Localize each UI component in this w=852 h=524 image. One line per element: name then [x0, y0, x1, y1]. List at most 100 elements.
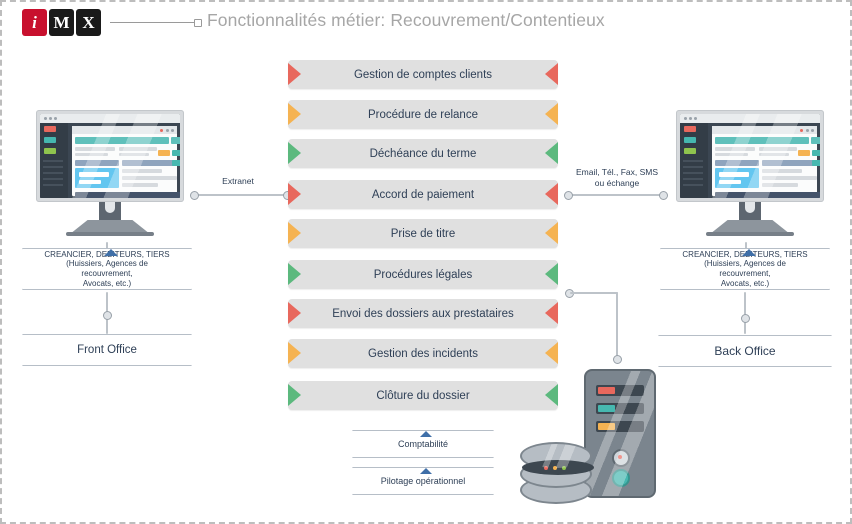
content-line [762, 176, 817, 180]
sidebar-chip [44, 148, 56, 154]
server-body [584, 369, 656, 498]
process-arrow-right-icon [545, 222, 558, 244]
process-bar-gestion-de-comptes-clients[interactable]: Gestion de comptes clients [288, 60, 558, 89]
sidebar-line [43, 172, 63, 174]
front-office-label: Front Office [77, 343, 137, 356]
content-band [75, 160, 119, 166]
process-bar-cloture-du-dossier[interactable]: Clôture du dossier [288, 381, 558, 410]
content-band [715, 137, 809, 144]
exchange-label: Email, Tél., Fax, SMS ou échange [562, 167, 672, 188]
comptabilite-label: Comptabilité [397, 438, 449, 449]
server-led-red [598, 387, 615, 394]
server-led-teal [598, 405, 615, 412]
exchange-line [568, 194, 664, 196]
process-arrow-left-icon [288, 103, 301, 125]
sidebar-chip [684, 126, 696, 132]
monitor-bezel [676, 110, 824, 202]
sidebar-line [683, 184, 703, 186]
server-slot [596, 421, 644, 432]
title-connector-dot [194, 19, 202, 27]
process-bar-label: Gestion des incidents [368, 347, 478, 360]
exchange-dot-right [659, 191, 668, 200]
content-line [715, 153, 748, 156]
server-slot [596, 385, 644, 396]
tag-chip [812, 160, 820, 166]
window-dot [684, 117, 687, 120]
sidebar-line [43, 184, 63, 186]
content-band [75, 137, 169, 144]
tag-chip [172, 150, 180, 156]
window-dot [694, 117, 697, 120]
sidebar-line [43, 178, 63, 180]
process-arrow-left-icon [288, 222, 301, 244]
database-band [522, 460, 594, 475]
process-bar-decheance-du-terme[interactable]: Déchéance du terme [288, 139, 558, 168]
server-led-orange [598, 423, 615, 430]
page-title: Fonctionnalités métier: Recouvrement/Con… [207, 10, 605, 30]
process-bar-envoi-des-dossiers-aux-prestataires[interactable]: Envoi des dossiers aux prestataires [288, 299, 558, 328]
process-arrow-left-icon [288, 63, 301, 85]
envoi-to-server-h-line [570, 292, 618, 294]
process-bar-procedures-legales[interactable]: Procédures légales [288, 260, 558, 289]
process-arrow-right-icon [545, 302, 558, 324]
server-status-button [612, 469, 630, 487]
process-arrow-right-icon [545, 63, 558, 85]
process-bar-gestion-des-incidents[interactable]: Gestion des incidents [288, 339, 558, 368]
left-actor-line2: (Huissiers, Agences de recouvrement, [66, 259, 148, 278]
content-band [715, 192, 820, 198]
slide-canvas: i M X Fonctionnalités métier: Recouvreme… [0, 0, 852, 524]
process-arrow-left-icon [288, 342, 301, 364]
server-power-button [612, 449, 630, 467]
monitor-bezel [36, 110, 184, 202]
content-line [122, 183, 158, 187]
server-slot [596, 403, 644, 414]
ribbon-arrow-up-icon [420, 431, 432, 437]
database-led-red [544, 466, 548, 470]
process-bar-prise-de-titre[interactable]: Prise de titre [288, 219, 558, 248]
monitor-screen [40, 114, 180, 198]
process-arrow-right-icon [545, 263, 558, 285]
front-office-monitor-icon [30, 106, 190, 238]
ribbon-arrow-up-icon [104, 249, 118, 256]
content-line [715, 147, 755, 151]
content-line [119, 153, 149, 156]
window-dot [806, 128, 809, 132]
tag-chip [158, 150, 170, 156]
content-band [811, 137, 820, 144]
sidebar-line [43, 166, 63, 168]
right-actor-ribbon: CREANCIER, DEBITEURS, TIERS (Huissiers, … [660, 248, 830, 290]
sidebar-line [683, 178, 703, 180]
card-line [719, 172, 749, 177]
comptabilite-ribbon[interactable]: Comptabilité [352, 430, 494, 458]
process-arrow-left-icon [288, 302, 301, 324]
database-layer-top [520, 442, 594, 475]
database-stack-icon [520, 442, 594, 504]
server-power-led [618, 455, 622, 459]
extranet-line [194, 194, 288, 196]
process-bar-label: Accord de paiement [371, 188, 475, 201]
ribbon-arrow-up-icon [420, 468, 432, 474]
content-line [119, 147, 157, 151]
process-bar-procedure-de-relance[interactable]: Procédure de relance [288, 100, 558, 129]
process-bar-label: Procédure de relance [368, 108, 478, 121]
imx-logo: i M X [22, 9, 101, 36]
monitor-base [706, 232, 794, 236]
left-actor-line3: Avocats, etc.) [82, 278, 132, 288]
window-dot [689, 117, 692, 120]
window-dot [49, 117, 52, 120]
content-line [762, 169, 802, 173]
window-dot [811, 128, 814, 132]
process-arrow-left-icon [288, 142, 301, 164]
window-dot [54, 117, 57, 120]
card-line [79, 172, 109, 177]
window-dot [160, 128, 163, 132]
database-led-orange [553, 466, 557, 470]
screen-sidebar [680, 123, 708, 198]
process-bar-label: Procédures légales [373, 268, 473, 281]
process-arrow-right-icon [545, 183, 558, 205]
exchange-label-line1: Email, Tél., Fax, SMS [575, 167, 659, 177]
pilotage-operationnel-ribbon[interactable]: Pilotage opérationnel [352, 467, 494, 495]
extranet-dot-left [190, 191, 199, 200]
envoi-to-server-dot-end [613, 355, 622, 364]
process-bar-accord-de-paiement[interactable]: Accord de paiement [288, 180, 558, 209]
